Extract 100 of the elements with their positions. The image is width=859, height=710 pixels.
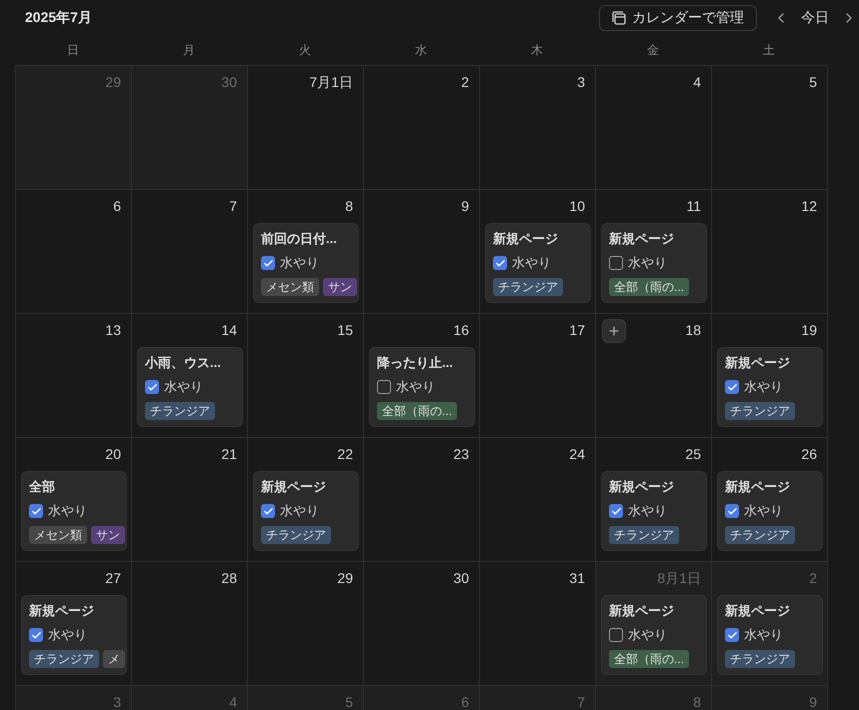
day-cell[interactable]: 10 新規ページ 水やり チランジア: [480, 190, 596, 314]
weekday-label: 水: [414, 42, 428, 59]
event-card[interactable]: 前回の日付... 水やり メセン類 サン: [253, 223, 359, 303]
day-cell[interactable]: 26 新規ページ 水やり チランジア: [712, 438, 828, 562]
day-cell[interactable]: 8月1日 新規ページ 水やり 全部（雨の...: [596, 562, 712, 686]
day-cell[interactable]: 3: [480, 66, 596, 190]
checkbox[interactable]: [29, 504, 43, 518]
day-number: 12: [801, 197, 817, 215]
day-cell[interactable]: 24: [480, 438, 596, 562]
event-card[interactable]: 新規ページ 水やり 全部（雨の...: [601, 223, 707, 303]
checkbox[interactable]: [609, 504, 623, 518]
day-cell[interactable]: 21: [132, 438, 248, 562]
day-cell[interactable]: 27 新規ページ 水やり チランジア メ: [16, 562, 132, 686]
event-card[interactable]: 新規ページ 水やり 全部（雨の...: [601, 595, 707, 675]
day-number: 7: [229, 197, 237, 215]
day-number: 15: [337, 321, 353, 339]
event-title: 新規ページ: [609, 230, 675, 248]
event-card[interactable]: 新規ページ 水やり チランジア: [601, 471, 707, 551]
today-button[interactable]: 今日: [795, 8, 835, 26]
day-cell[interactable]: 11 新規ページ 水やり 全部（雨の...: [596, 190, 712, 314]
weekday-label: 日: [66, 42, 80, 59]
check-icon: [726, 506, 738, 516]
day-cell[interactable]: + 18: [596, 314, 712, 438]
event-card[interactable]: 新規ページ 水やり チランジア メ: [21, 595, 127, 675]
event-title: 新規ページ: [29, 602, 95, 620]
day-cell[interactable]: 25 新規ページ 水やり チランジア: [596, 438, 712, 562]
day-cell[interactable]: 8 前回の日付... 水やり メセン類 サン: [248, 190, 364, 314]
day-cell[interactable]: 6: [16, 190, 132, 314]
day-number: 4: [693, 73, 701, 91]
event-card[interactable]: 新規ページ 水やり チランジア: [253, 471, 359, 551]
day-cell[interactable]: 2: [364, 66, 480, 190]
checkbox[interactable]: [609, 628, 623, 642]
checkbox[interactable]: [493, 256, 507, 270]
day-number: 16: [453, 321, 469, 339]
day-cell[interactable]: 22 新規ページ 水やり チランジア: [248, 438, 364, 562]
checkbox[interactable]: [261, 504, 275, 518]
day-cell[interactable]: 15: [248, 314, 364, 438]
day-cell[interactable]: 7月1日: [248, 66, 364, 190]
day-number: 14: [221, 321, 237, 339]
day-cell[interactable]: 16 降ったり止... 水やり 全部（雨の...: [364, 314, 480, 438]
checkbox[interactable]: [609, 256, 623, 270]
day-number: 9: [809, 693, 817, 710]
event-title: 新規ページ: [609, 478, 675, 496]
day-cell[interactable]: 7: [132, 190, 248, 314]
day-cell[interactable]: 12: [712, 190, 828, 314]
checkbox[interactable]: [725, 380, 739, 394]
tag: 全部（雨の...: [609, 278, 690, 296]
check-icon: [726, 630, 738, 640]
checkbox[interactable]: [725, 504, 739, 518]
event-card[interactable]: 小雨、ウス... 水やり チランジア: [137, 347, 243, 427]
event-card[interactable]: 降ったり止... 水やり 全部（雨の...: [369, 347, 475, 427]
day-number: 2: [461, 73, 469, 91]
day-number: 6: [113, 197, 121, 215]
checkbox[interactable]: [377, 380, 391, 394]
day-number: 8: [345, 197, 353, 215]
checkbox-label: 水やり: [396, 378, 435, 396]
manage-calendar-button[interactable]: カレンダーで管理: [599, 4, 757, 30]
day-cell[interactable]: 13: [16, 314, 132, 438]
event-card[interactable]: 全部 水やり メセン類 サン: [21, 471, 127, 551]
day-number: 13: [105, 321, 121, 339]
month-title: 2025年7月: [25, 8, 92, 26]
checkbox[interactable]: [29, 628, 43, 642]
event-card[interactable]: 新規ページ 水やり チランジア: [717, 347, 823, 427]
day-number: 29: [105, 73, 121, 91]
day-cell[interactable]: 4: [596, 66, 712, 190]
checkbox-label: 水やり: [48, 502, 87, 520]
event-card[interactable]: 新規ページ 水やり チランジア: [717, 595, 823, 675]
day-cell[interactable]: 23: [364, 438, 480, 562]
day-cell[interactable]: 2 新規ページ 水やり チランジア: [712, 562, 828, 686]
day-cell[interactable]: 9: [364, 190, 480, 314]
day-cell[interactable]: 31: [480, 562, 596, 686]
weekday-label: 木: [530, 42, 544, 59]
day-number: 20: [105, 445, 121, 463]
day-number: 8: [693, 693, 701, 710]
day-cell[interactable]: 28: [132, 562, 248, 686]
day-cell[interactable]: 19 新規ページ 水やり チランジア: [712, 314, 828, 438]
day-number: 8月1日: [657, 569, 701, 587]
add-button[interactable]: +: [602, 319, 626, 343]
day-cell[interactable]: 5: [712, 66, 828, 190]
event-title: 降ったり止...: [377, 354, 454, 372]
event-card[interactable]: 新規ページ 水やり チランジア: [717, 471, 823, 551]
checkbox[interactable]: [145, 380, 159, 394]
weekday-label: 土: [762, 42, 776, 59]
day-number: 29: [337, 569, 353, 587]
day-number: 9: [461, 197, 469, 215]
checkbox[interactable]: [261, 256, 275, 270]
event-title: 前回の日付...: [261, 230, 338, 248]
day-cell[interactable]: 30: [364, 562, 480, 686]
event-title: 新規ページ: [725, 354, 791, 372]
day-cell[interactable]: 29: [248, 562, 364, 686]
checkbox[interactable]: [725, 628, 739, 642]
tag: 全部（雨の...: [609, 650, 690, 668]
day-cell[interactable]: 17: [480, 314, 596, 438]
tag: メセン類: [29, 526, 87, 544]
day-cell[interactable]: 20 全部 水やり メセン類 サン: [16, 438, 132, 562]
day-number: 21: [221, 445, 237, 463]
day-cell[interactable]: 14 小雨、ウス... 水やり チランジア: [132, 314, 248, 438]
day-number: 23: [453, 445, 469, 463]
event-card[interactable]: 新規ページ 水やり チランジア: [485, 223, 591, 303]
checkbox-label: 水やり: [48, 626, 87, 644]
